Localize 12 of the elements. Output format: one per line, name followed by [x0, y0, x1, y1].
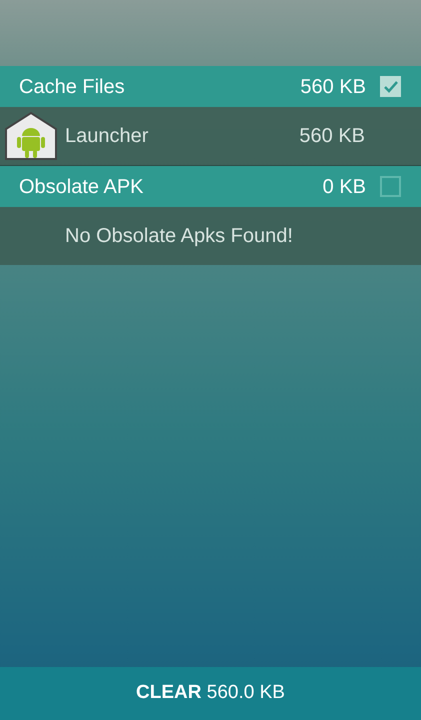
- section-title: Cache Files: [19, 74, 126, 100]
- clear-button[interactable]: CLEAR 560.0 KB: [0, 667, 421, 720]
- android-home-icon: [4, 111, 58, 161]
- app-row[interactable]: Launcher 560 KB: [0, 107, 421, 166]
- empty-message: No Obsolate Apks Found!: [65, 224, 293, 249]
- checkbox[interactable]: [380, 76, 401, 97]
- section-size: 0 KB: [322, 174, 366, 200]
- app-size: 560 KB: [299, 124, 365, 149]
- checkbox[interactable]: [380, 176, 401, 197]
- app-name: Launcher: [65, 124, 150, 149]
- section-title: Obsolate APK: [19, 174, 145, 200]
- section-size: 560 KB: [300, 74, 366, 100]
